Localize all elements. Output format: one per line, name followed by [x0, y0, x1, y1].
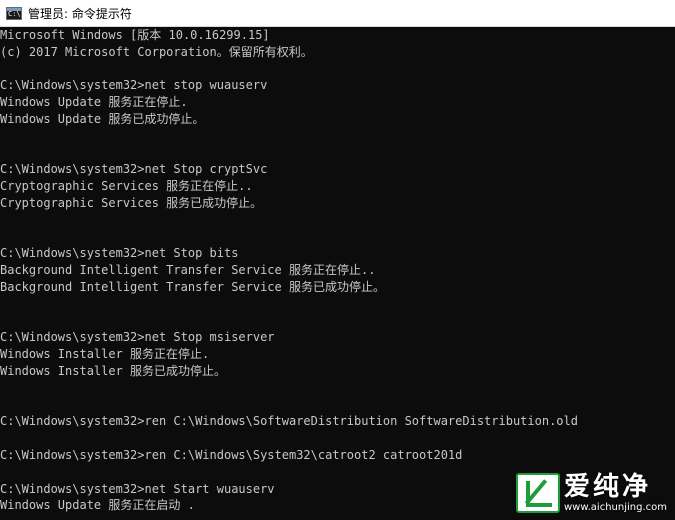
watermark-text: 爱纯净 www.aichunjing.com	[564, 472, 667, 514]
console-line: C:\Windows\system32>net Stop cryptSvc	[0, 162, 268, 177]
console-line: C:\Windows\system32>ren C:\Windows\Softw…	[0, 414, 578, 429]
cmd-window: C:\ 管理员: 命令提示符 Microsoft Windows [版本 10.…	[0, 0, 675, 520]
console-line: Windows Update 服务正在停止.	[0, 95, 188, 110]
console-output[interactable]: Microsoft Windows [版本 10.0.16299.15] (c) …	[0, 27, 675, 520]
console-line: Windows Installer 服务正在停止.	[0, 347, 210, 362]
watermark-name: 爱纯净	[564, 472, 652, 502]
watermark: 爱纯净 www.aichunjing.com	[516, 472, 667, 514]
cmd-icon: C:\	[6, 6, 22, 20]
console-line: Windows Installer 服务已成功停止。	[0, 363, 227, 378]
console-line: Microsoft Windows [版本 10.0.16299.15]	[0, 28, 270, 42]
window-title: 管理员: 命令提示符	[28, 6, 132, 21]
watermark-logo-icon	[516, 473, 560, 513]
console-line: C:\Windows\system32>net stop wuauserv	[0, 78, 268, 93]
console-line: C:\Windows\system32>net Stop msiserver	[0, 330, 275, 345]
console-line: Cryptographic Services 服务已成功停止。	[0, 195, 263, 210]
console-line: Background Intelligent Transfer Service …	[0, 263, 376, 278]
console-line: C:\Windows\system32>net Stop bits	[0, 246, 239, 261]
console-line: C:\Windows\system32>ren C:\Windows\Syste…	[0, 447, 463, 462]
console-line: Windows Update 服务已成功停止。	[0, 111, 205, 126]
console-line: Cryptographic Services 服务正在停止..	[0, 179, 253, 194]
watermark-url: www.aichunjing.com	[564, 502, 667, 513]
console-line: (c) 2017 Microsoft Corporation。保留所有权利。	[0, 44, 313, 59]
title-bar[interactable]: C:\ 管理员: 命令提示符	[0, 0, 675, 27]
console-line: Background Intelligent Transfer Service …	[0, 279, 385, 294]
cmd-icon-label: C:\	[8, 9, 21, 18]
